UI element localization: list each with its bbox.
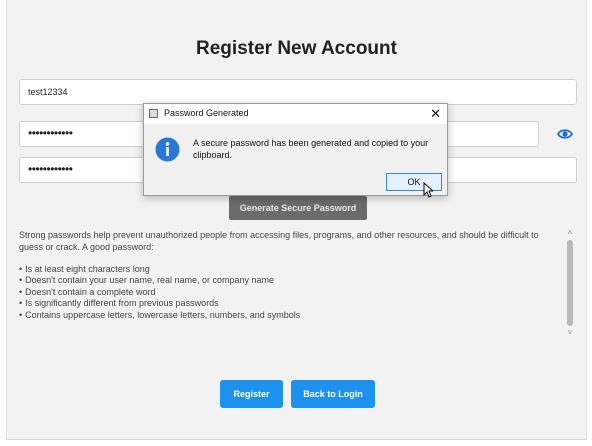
dialog-message: A secure password has been generated and… <box>193 138 429 160</box>
mouse-cursor-icon <box>423 182 433 198</box>
username-field[interactable]: test12334 <box>19 79 577 105</box>
eye-icon[interactable] <box>557 128 573 140</box>
password-guidance: Strong passwords help prevent unauthoriz… <box>19 230 549 321</box>
page-title: Register New Account <box>196 38 397 59</box>
scroll-thumb[interactable] <box>567 240 573 326</box>
dialog-titlebar: Password Generated ✕ <box>144 104 447 124</box>
confirm-password-value: •••••••••••• <box>28 162 73 176</box>
list-item: Is significantly different from previous… <box>19 298 549 309</box>
generate-password-button[interactable]: Generate Secure Password <box>229 196 367 220</box>
list-item: Contains uppercase letters, lowercase le… <box>19 310 549 321</box>
guidance-intro: Strong passwords help prevent unauthoriz… <box>19 230 539 252</box>
app-window: Register New Account test12334 •••••••••… <box>6 0 587 440</box>
close-icon[interactable]: ✕ <box>430 106 441 122</box>
ok-button[interactable]: OK <box>386 173 442 191</box>
dialog-body: A secure password has been generated and… <box>144 124 447 195</box>
scroll-up-icon[interactable]: ˄ <box>564 228 576 238</box>
list-item: Is at least eight characters long <box>19 264 549 275</box>
guidance-scrollbar[interactable]: ˄ ˅ <box>564 228 576 338</box>
scroll-down-icon[interactable]: ˅ <box>564 328 576 338</box>
info-icon <box>155 137 180 162</box>
guidance-list: Is at least eight characters long Doesn'… <box>19 264 549 321</box>
username-value: test12334 <box>28 87 68 97</box>
dialog-title: Password Generated <box>164 108 249 118</box>
back-to-login-button[interactable]: Back to Login <box>291 380 375 408</box>
password-generated-dialog: Password Generated ✕ A secure password h… <box>143 103 448 196</box>
password-value: •••••••••••• <box>28 126 73 140</box>
register-button[interactable]: Register <box>220 380 283 408</box>
list-item: Doesn't contain a complete word <box>19 287 549 298</box>
list-item: Doesn't contain your user name, real nam… <box>19 275 549 286</box>
window-icon <box>149 109 158 118</box>
